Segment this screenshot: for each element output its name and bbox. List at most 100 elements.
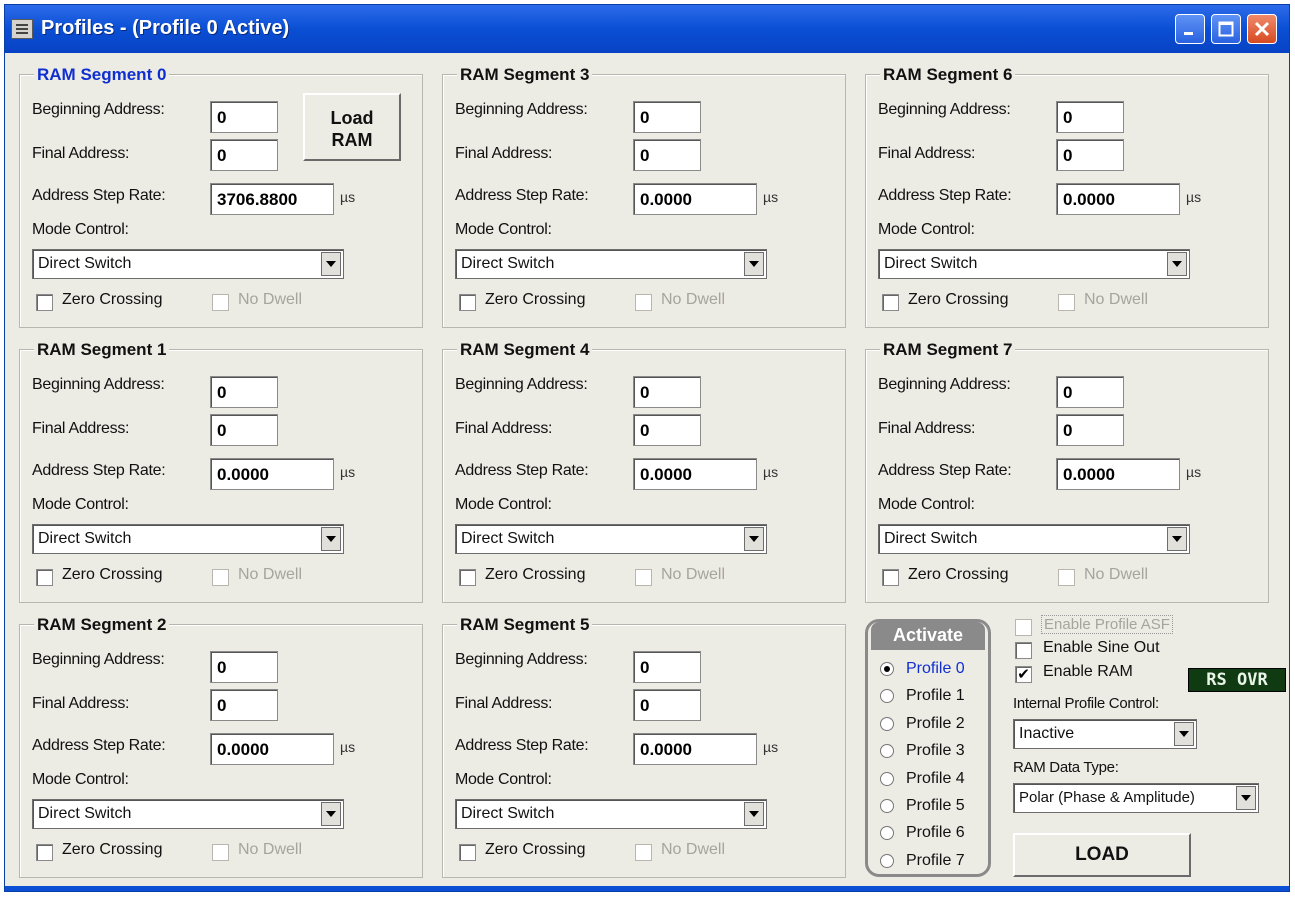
enable-profile-asf-checkbox[interactable] xyxy=(1015,619,1032,636)
mode-control-select[interactable]: Direct Switch xyxy=(455,249,767,279)
chevron-down-icon[interactable] xyxy=(1236,786,1256,810)
title-bar[interactable]: Profiles - (Profile 0 Active) xyxy=(5,5,1289,53)
chevron-down-icon[interactable] xyxy=(744,252,764,276)
minimize-icon xyxy=(1184,32,1193,35)
mode-control-select[interactable]: Direct Switch xyxy=(32,799,344,829)
chevron-down-icon[interactable] xyxy=(1167,527,1187,551)
final-address-input[interactable]: 0 xyxy=(633,414,701,446)
load-button[interactable]: LOAD xyxy=(1013,833,1191,877)
no-dwell-label: No Dwell xyxy=(1084,566,1149,583)
internal-profile-control-select[interactable]: Inactive xyxy=(1013,719,1197,749)
maximize-icon xyxy=(1218,21,1234,37)
final-address-input[interactable]: 0 xyxy=(210,139,278,171)
beginning-address-input[interactable]: 0 xyxy=(210,101,278,133)
mode-control-select[interactable]: Direct Switch xyxy=(455,524,767,554)
mode-control-label: Mode Control: xyxy=(878,221,975,238)
no-dwell-checkbox[interactable] xyxy=(1058,294,1075,311)
final-address-label: Final Address: xyxy=(878,420,976,437)
zero-crossing-checkbox[interactable] xyxy=(36,294,53,311)
mode-control-label: Mode Control: xyxy=(455,221,552,238)
chevron-down-icon[interactable] xyxy=(321,527,341,551)
chevron-down-icon[interactable] xyxy=(321,802,341,826)
load-ram-button[interactable]: Load RAM xyxy=(303,93,401,161)
beginning-address-input[interactable]: 0 xyxy=(633,376,701,408)
final-address-input[interactable]: 0 xyxy=(633,139,701,171)
chevron-down-icon[interactable] xyxy=(1167,252,1187,276)
no-dwell-checkbox[interactable] xyxy=(635,844,652,861)
mode-control-label: Mode Control: xyxy=(455,496,552,513)
address-step-rate-label: Address Step Rate: xyxy=(32,187,166,204)
profile-2-radio[interactable] xyxy=(880,716,894,731)
zero-crossing-checkbox[interactable] xyxy=(36,844,53,861)
no-dwell-checkbox[interactable] xyxy=(212,844,229,861)
profile-7-radio[interactable] xyxy=(880,853,894,868)
zero-crossing-checkbox[interactable] xyxy=(882,569,899,586)
mode-control-select[interactable]: Direct Switch xyxy=(878,524,1190,554)
enable-ram-label: Enable RAM xyxy=(1043,663,1133,680)
profile-5-label: Profile 5 xyxy=(906,797,965,814)
close-icon xyxy=(1254,21,1270,37)
mode-control-select[interactable]: Direct Switch xyxy=(878,249,1190,279)
profile-5-radio[interactable] xyxy=(880,799,894,813)
chevron-down-icon[interactable] xyxy=(321,252,341,276)
no-dwell-label: No Dwell xyxy=(238,566,303,583)
zero-crossing-checkbox[interactable] xyxy=(882,294,899,311)
address-step-rate-input[interactable]: 0.0000 xyxy=(633,183,757,215)
beginning-address-input[interactable]: 0 xyxy=(1056,101,1124,133)
beginning-address-input[interactable]: 0 xyxy=(633,651,701,683)
beginning-address-input[interactable]: 0 xyxy=(210,651,278,683)
address-step-rate-input[interactable]: 0.0000 xyxy=(633,733,757,765)
enable-ram-checkbox[interactable]: ✔ xyxy=(1015,666,1032,683)
final-address-label: Final Address: xyxy=(32,145,130,162)
enable-sine-out-checkbox[interactable] xyxy=(1015,642,1032,659)
final-address-input[interactable]: 0 xyxy=(1056,414,1124,446)
ram-segment-7-group: RAM Segment 7 Beginning Address: 0 Final… xyxy=(865,340,1269,603)
chevron-down-icon[interactable] xyxy=(744,802,764,826)
profile-6-radio[interactable] xyxy=(880,826,894,841)
zero-crossing-label: Zero Crossing xyxy=(62,291,163,308)
profile-1-radio[interactable] xyxy=(880,689,894,704)
address-step-rate-input[interactable]: 0.0000 xyxy=(210,733,334,765)
ram-segment-2-group: RAM Segment 2 Beginning Address: 0 Final… xyxy=(19,615,423,878)
chevron-down-icon[interactable] xyxy=(1174,722,1194,746)
address-step-rate-input[interactable]: 0.0000 xyxy=(210,458,334,490)
ram-data-type-label: RAM Data Type: xyxy=(1013,759,1119,776)
ram-data-type-select[interactable]: Polar (Phase & Amplitude) xyxy=(1013,783,1259,813)
zero-crossing-label: Zero Crossing xyxy=(908,566,1009,583)
address-step-rate-input[interactable]: 0.0000 xyxy=(1056,458,1180,490)
minimize-button[interactable] xyxy=(1175,14,1205,44)
final-address-input[interactable]: 0 xyxy=(210,414,278,446)
profile-3-radio[interactable] xyxy=(880,744,894,759)
no-dwell-checkbox[interactable] xyxy=(635,569,652,586)
zero-crossing-label: Zero Crossing xyxy=(908,291,1009,308)
beginning-address-input[interactable]: 0 xyxy=(1056,376,1124,408)
beginning-address-input[interactable]: 0 xyxy=(210,376,278,408)
final-address-input[interactable]: 0 xyxy=(1056,139,1124,171)
final-address-input[interactable]: 0 xyxy=(210,689,278,721)
profile-0-radio[interactable] xyxy=(880,662,894,676)
beginning-address-input[interactable]: 0 xyxy=(633,101,701,133)
zero-crossing-checkbox[interactable] xyxy=(36,569,53,586)
zero-crossing-checkbox[interactable] xyxy=(459,844,476,861)
address-step-rate-input[interactable]: 3706.8800 xyxy=(210,183,334,215)
address-step-rate-input[interactable]: 0.0000 xyxy=(633,458,757,490)
chevron-down-icon[interactable] xyxy=(744,527,764,551)
address-step-rate-input[interactable]: 0.0000 xyxy=(1056,183,1180,215)
no-dwell-checkbox[interactable] xyxy=(212,569,229,586)
no-dwell-label: No Dwell xyxy=(238,841,303,858)
address-step-rate-label: Address Step Rate: xyxy=(32,462,166,479)
final-address-input[interactable]: 0 xyxy=(633,689,701,721)
maximize-button[interactable] xyxy=(1211,14,1241,44)
no-dwell-checkbox[interactable] xyxy=(212,294,229,311)
mode-control-select[interactable]: Direct Switch xyxy=(455,799,767,829)
close-button[interactable] xyxy=(1247,14,1277,44)
zero-crossing-checkbox[interactable] xyxy=(459,294,476,311)
no-dwell-checkbox[interactable] xyxy=(635,294,652,311)
final-address-label: Final Address: xyxy=(455,695,553,712)
mode-control-select[interactable]: Direct Switch xyxy=(32,524,344,554)
mode-control-select[interactable]: Direct Switch xyxy=(32,249,344,279)
ram-segment-title: RAM Segment 6 xyxy=(880,65,1016,85)
profile-4-radio[interactable] xyxy=(880,771,894,786)
zero-crossing-checkbox[interactable] xyxy=(459,569,476,586)
no-dwell-checkbox[interactable] xyxy=(1058,569,1075,586)
